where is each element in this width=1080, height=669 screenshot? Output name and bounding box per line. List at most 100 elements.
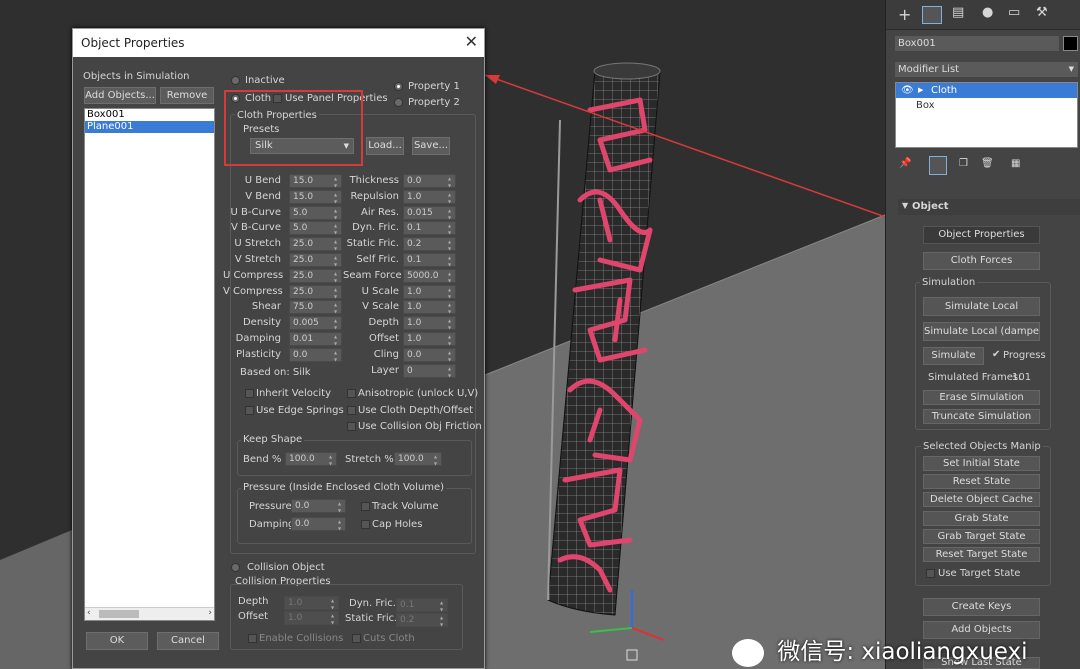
delete-object-cache-button[interactable]: Delete Object Cache — [923, 492, 1040, 507]
anisotropic-checkbox[interactable] — [347, 389, 356, 398]
left-spinner-9[interactable]: 0.005 — [289, 316, 342, 331]
use-target-state-checkbox[interactable] — [926, 569, 935, 578]
modifier-list-dropdown[interactable]: Modifier List ▼ — [895, 62, 1078, 77]
utilities-tab-icon[interactable]: ⚒ — [1036, 5, 1048, 20]
list-item-plane001[interactable]: Plane001 — [85, 121, 214, 133]
modifier-stack[interactable]: 👁 ▶ Cloth Box — [895, 82, 1078, 148]
reset-target-state-button[interactable]: Reset Target State — [923, 547, 1040, 562]
object-color-swatch[interactable] — [1063, 36, 1078, 51]
right-spinner-4[interactable]: 0.2 — [403, 237, 456, 252]
close-icon[interactable]: ✕ — [465, 32, 478, 52]
right-spinner-2[interactable]: 0.015 — [403, 205, 456, 221]
right-spinner-11[interactable]: 0.0 — [403, 347, 456, 363]
grab-target-state-button[interactable]: Grab Target State — [923, 529, 1040, 544]
cuts-cloth-checkbox[interactable] — [352, 634, 361, 643]
object-name-input[interactable]: Box001 — [895, 36, 1059, 51]
pressure-label: Pressure — [249, 501, 292, 512]
motion-tab-icon[interactable]: ● — [982, 5, 993, 20]
show-end-result-icon[interactable] — [929, 156, 947, 175]
hierarchy-tab-icon[interactable]: ▤ — [952, 5, 964, 20]
progress-checkbox[interactable]: ✔ — [992, 349, 1000, 360]
bend-pct-spinner[interactable]: 100.0 — [285, 452, 337, 467]
list-item-box001[interactable]: Box001 — [85, 109, 214, 121]
load-button[interactable]: Load... — [366, 137, 404, 155]
right-spinner-10[interactable]: 1.0 — [403, 332, 456, 347]
object-properties-button[interactable]: Object Properties — [923, 226, 1040, 244]
left-label-3: V B-Curve — [231, 222, 281, 234]
objects-list[interactable]: Box001 Plane001 ‹ › — [84, 108, 215, 621]
right-spinner-12[interactable]: 0 — [403, 363, 456, 379]
remove-button[interactable]: Remove — [160, 87, 214, 104]
simulate-local-button[interactable]: Simulate Local — [923, 297, 1040, 316]
stack-item-box[interactable]: Box — [896, 98, 1077, 113]
right-spinner-9[interactable]: 1.0 — [403, 316, 456, 331]
inactive-radio[interactable] — [231, 76, 240, 85]
left-spinner-11[interactable]: 0.0 — [289, 347, 342, 363]
right-spinner-6[interactable]: 5000.0 — [403, 268, 456, 284]
cancel-button[interactable]: Cancel — [157, 632, 219, 650]
scroll-right-icon[interactable]: › — [208, 608, 212, 618]
left-spinner-1[interactable]: 15.0 — [289, 189, 342, 205]
truncate-simulation-button[interactable]: Truncate Simulation — [923, 409, 1040, 424]
use-cloth-depth-checkbox[interactable] — [347, 406, 356, 415]
collision-static-spinner[interactable]: 0.2 — [396, 613, 448, 628]
object-rollout-header[interactable]: ▼ Object — [898, 199, 1080, 215]
right-spinner-8[interactable]: 1.0 — [403, 300, 456, 315]
right-spinner-1[interactable]: 1.0 — [403, 189, 456, 205]
use-collision-friction-checkbox[interactable] — [347, 422, 356, 431]
right-spinner-0[interactable]: 0.0 — [403, 174, 456, 189]
property1-radio[interactable] — [394, 82, 403, 91]
scroll-thumb[interactable] — [99, 610, 139, 618]
erase-simulation-button[interactable]: Erase Simulation — [923, 390, 1040, 405]
left-spinner-10[interactable]: 0.01 — [289, 332, 342, 347]
create-keys-button[interactable]: Create Keys — [923, 598, 1040, 616]
left-spinner-7[interactable]: 25.0 — [289, 284, 342, 300]
simulate-button[interactable]: Simulate — [923, 347, 984, 365]
pressure-spinner[interactable]: 0.0 — [291, 499, 346, 514]
eye-icon[interactable]: 👁 — [901, 83, 914, 98]
reset-state-button[interactable]: Reset State — [923, 474, 1040, 489]
inherit-velocity-checkbox[interactable] — [245, 389, 254, 398]
stack-item-cloth-label: Cloth — [931, 85, 958, 96]
modify-tab-icon[interactable] — [922, 6, 942, 24]
left-spinner-4[interactable]: 25.0 — [289, 237, 342, 252]
horizontal-scrollbar[interactable]: ‹ › — [85, 607, 214, 620]
grab-state-button[interactable]: Grab State — [923, 511, 1040, 526]
add-objects-button[interactable]: Add Objects... — [84, 87, 156, 104]
right-spinner-3[interactable]: 0.1 — [403, 221, 456, 236]
pin-stack-icon[interactable]: 📌 — [899, 158, 911, 169]
use-edge-springs-checkbox[interactable] — [245, 406, 254, 415]
collision-dyn-spinner[interactable]: 0.1 — [396, 598, 448, 613]
property2-radio[interactable] — [394, 98, 403, 107]
collision-offset-spinner[interactable]: 1.0 — [284, 611, 339, 626]
left-spinner-5[interactable]: 25.0 — [289, 253, 342, 268]
ok-button[interactable]: OK — [86, 632, 148, 650]
left-spinner-8[interactable]: 75.0 — [289, 300, 342, 315]
expand-icon[interactable]: ▶ — [918, 83, 923, 98]
cloth-forces-button[interactable]: Cloth Forces — [923, 252, 1040, 270]
create-tab-icon[interactable]: + — [898, 5, 911, 24]
display-tab-icon[interactable]: ▭ — [1008, 5, 1020, 20]
cap-holes-checkbox[interactable] — [361, 520, 370, 529]
configure-sets-icon[interactable]: ▦ — [1011, 158, 1020, 169]
stretch-pct-spinner[interactable]: 100.0 — [394, 452, 442, 467]
set-initial-state-button[interactable]: Set Initial State — [923, 456, 1040, 471]
rollout-collapse-icon[interactable]: ▼ — [902, 201, 908, 210]
save-button[interactable]: Save... — [412, 137, 450, 155]
left-spinner-3[interactable]: 5.0 — [289, 221, 342, 236]
damping-spinner[interactable]: 0.0 — [291, 517, 346, 532]
collision-object-radio[interactable] — [231, 563, 240, 572]
remove-modifier-icon[interactable]: 🗑 — [981, 158, 994, 169]
collision-depth-spinner[interactable]: 1.0 — [284, 596, 339, 611]
stack-item-cloth[interactable]: 👁 ▶ Cloth — [896, 83, 1077, 98]
right-spinner-5[interactable]: 0.1 — [403, 253, 456, 268]
left-spinner-2[interactable]: 5.0 — [289, 205, 342, 221]
enable-collisions-checkbox[interactable] — [248, 634, 257, 643]
left-spinner-0[interactable]: 15.0 — [289, 174, 342, 189]
make-unique-icon[interactable]: ❒ — [959, 158, 968, 169]
right-spinner-7[interactable]: 1.0 — [403, 284, 456, 300]
simulate-local-damped-button[interactable]: Simulate Local (damped) — [923, 322, 1040, 341]
left-spinner-6[interactable]: 25.0 — [289, 268, 342, 284]
scroll-left-icon[interactable]: ‹ — [87, 608, 91, 618]
track-volume-checkbox[interactable] — [361, 502, 370, 511]
